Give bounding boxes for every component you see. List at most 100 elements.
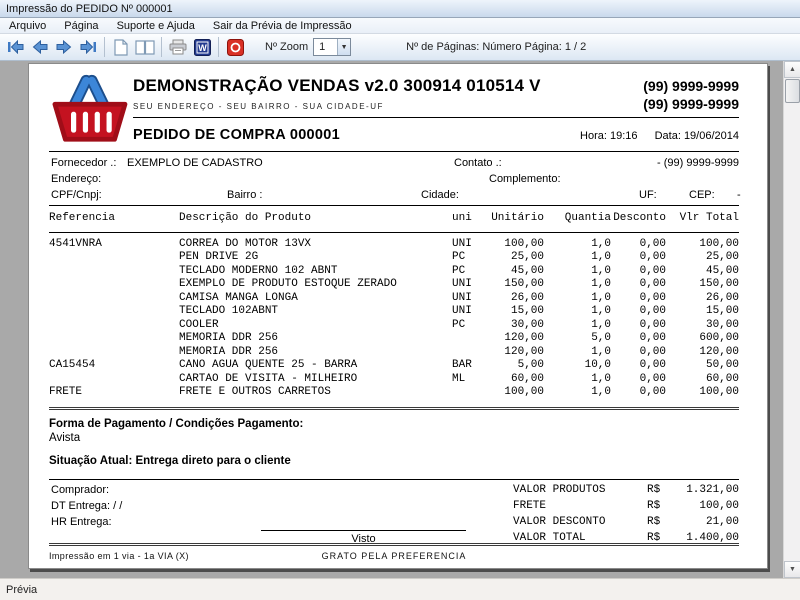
cell-disc: 0,00 [611,265,666,279]
cell-unit: 100,00 [490,238,544,252]
cell-uni: PC [452,251,490,265]
complemento-label: Complemento: [489,173,561,185]
cell-desc: CAMISA MANGA LONGA [179,292,452,306]
total-currency: R$ [647,530,675,546]
pages-info: Nº de Páginas: Número Página: 1 / 2 [406,41,586,53]
cell-desc: EXEMPLO DE PRODUTO ESTOQUE ZERADO [179,278,452,292]
first-page-button[interactable] [4,36,28,58]
cell-disc: 0,00 [611,359,666,373]
cell-uni: PC [452,319,490,333]
export-word-button[interactable]: W [190,36,214,58]
status-bar: Prévia [0,578,800,600]
totals: VALOR PRODUTOSR$1.321,00FRETER$100,00VAL… [513,482,739,546]
cell-unit: 120,00 [490,346,544,360]
cell-total: 45,00 [666,265,739,279]
scroll-up-button[interactable]: ▲ [784,61,800,78]
menu-item-2[interactable]: Página [55,19,107,33]
cell-unit: 25,00 [490,251,544,265]
total-row: VALOR TOTALR$1.400,00 [513,530,739,546]
footer-section: Comprador: DT Entrega: / / HR Entrega: V… [49,480,739,546]
table-row: MEMÓRIA DDR 256120,001,00,00120,00 [49,346,739,360]
cell-qty: 1,0 [544,319,611,333]
comprador-label: Comprador: [51,484,109,496]
cell-uni: UNI [452,292,490,306]
table-row: EXEMPLO DE PRODUTO ESTOQUE ZERADOUNI 150,… [49,278,739,292]
cell-unit: 15,00 [490,305,544,319]
table-row: CARTAO DE VISITA - MILHEIROML60,001,00,0… [49,373,739,387]
vertical-scrollbar[interactable]: ▲ ▼ [783,61,800,578]
footer-notes: Impressão em 1 via - 1a VIA (X) GRATO PE… [49,546,739,566]
table-row: COOLERPC30,001,00,0030,00 [49,319,739,333]
thanks-note: GRATO PELA PREFERENCIA [322,551,467,561]
cell-ref [49,332,179,346]
cell-uni: PC [452,265,490,279]
total-label: VALOR PRODUTOS [513,482,647,498]
payment-status: Situação Atual: Entrega direto para o cl… [49,455,739,467]
menu-item-3[interactable]: Suporte e Ajuda [108,19,204,33]
total-currency: R$ [647,498,675,514]
cell-uni [452,346,490,360]
zoom-dropdown[interactable]: 1 ▼ [313,38,351,56]
items-rows: 4541VNRACORREA DO MOTOR 13VXUNI100,001,0… [49,233,739,410]
toolbar: W Nº Zoom 1 ▼ Nº de Páginas: Número Pági… [0,34,800,61]
cidade-label: Cidade: [421,189,459,201]
contato-phone: - (99) 9999-9999 [657,157,739,169]
payment-value: Avista [49,432,739,444]
cell-unit: 5,00 [490,359,544,373]
cell-total: 600,00 [666,332,739,346]
menu-item-4[interactable]: Sair da Prévia de Impressão [204,19,361,33]
total-currency: R$ [647,482,675,498]
bairro-label: Bairro : [227,189,262,201]
prev-page-button[interactable] [28,36,52,58]
total-value: 21,00 [675,514,739,530]
arrow-down-icon: ▼ [789,566,796,573]
order-datetime: Hora: 19:16 Data: 19/06/2014 [566,130,739,142]
cell-total: 25,00 [666,251,739,265]
cell-total: 50,00 [666,359,739,373]
cell-ref [49,265,179,279]
cell-desc: FRETE E OUTROS CARRETOS [179,386,452,400]
print-button[interactable] [166,36,190,58]
title-bar[interactable]: Impressão do PEDIDO Nº 000001 [0,0,800,18]
cell-uni [452,332,490,346]
cell-ref: FRETE [49,386,179,400]
exit-preview-button[interactable] [223,36,247,58]
cell-disc: 0,00 [611,238,666,252]
single-page-view-button[interactable] [109,36,133,58]
cell-ref [49,292,179,306]
menu-item-1[interactable]: Arquivo [0,19,55,33]
fornecedor-value: EXEMPLO DE CADASTRO [127,157,263,169]
cell-unit: 26,00 [490,292,544,306]
cell-qty: 1,0 [544,238,611,252]
total-row: VALOR PRODUTOSR$1.321,00 [513,482,739,498]
two-page-view-button[interactable] [133,36,157,58]
cell-desc: COOLER [179,319,452,333]
cell-ref: 4541VNRA [49,238,179,252]
total-row: VALOR DESCONTOR$21,00 [513,514,739,530]
scrollbar-thumb[interactable] [785,79,800,103]
supplier-section: Fornecedor .: EXEMPLO DE CADASTRO Contat… [49,152,739,206]
cell-total: 150,00 [666,278,739,292]
cell-uni: UNI [452,238,490,252]
printer-icon [169,39,187,55]
cell-desc: MEMÓRIA DDR 256 [179,346,452,360]
first-page-icon [7,40,25,54]
cell-desc: TECLADO 102ABNT [179,305,452,319]
order-date: Data: 19/06/2014 [655,130,739,142]
col-referencia: Referencia [49,212,179,226]
table-row: MEMÓRIA DDR 256120,005,00,00600,00 [49,332,739,346]
cell-disc: 0,00 [611,319,666,333]
scroll-down-button[interactable]: ▼ [784,561,800,578]
print-preview-window: Impressão do PEDIDO Nº 000001 ArquivoPág… [0,0,800,600]
cell-disc: 0,00 [611,278,666,292]
cell-disc: 0,00 [611,292,666,306]
table-row: PEN DRIVE 2GPC25,001,00,0025,00 [49,251,739,265]
last-page-button[interactable] [76,36,100,58]
cell-total: 26,00 [666,292,739,306]
total-value: 100,00 [675,498,739,514]
cell-uni: UNI [452,278,490,292]
window-title: Impressão do PEDIDO Nº 000001 [6,3,173,15]
cell-disc: 0,00 [611,386,666,400]
cell-ref: CA15454 [49,359,179,373]
next-page-button[interactable] [52,36,76,58]
